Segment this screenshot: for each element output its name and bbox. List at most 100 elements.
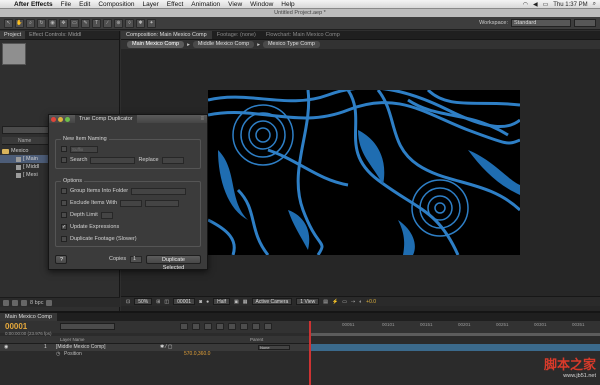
breadcrumb-main-comp[interactable]: Main Mexico Comp xyxy=(127,41,185,48)
suffix-checkbox[interactable] xyxy=(61,146,67,152)
search-checkbox[interactable] xyxy=(61,157,67,163)
parent-select[interactable]: None xyxy=(258,345,290,350)
zoom-select[interactable]: 50% xyxy=(134,298,153,305)
wifi-icon[interactable]: ◠ xyxy=(523,1,528,8)
visibility-eye-icon[interactable]: ◉ xyxy=(4,344,8,351)
pen-tool-icon[interactable]: ✎ xyxy=(81,18,90,28)
transparency-grid-icon[interactable]: ▦ xyxy=(243,299,248,305)
camera-tool-icon[interactable]: ◉ xyxy=(48,18,57,28)
layer-duration-bar[interactable] xyxy=(311,344,600,351)
suffix-input[interactable] xyxy=(70,145,98,153)
timeline-current-time[interactable]: 00001 xyxy=(5,322,27,331)
time-ruler[interactable]: 00051 00101 00151 00201 00251 00301 0035… xyxy=(310,322,600,332)
shy-layers-icon[interactable] xyxy=(204,323,212,330)
auto-keyframe-icon[interactable] xyxy=(252,323,260,330)
depth-limit-input[interactable] xyxy=(100,211,113,219)
table-row[interactable]: ◉ 1 [Middle Mexico Comp] ✱ ⁄ ▢ None xyxy=(0,344,310,351)
current-time-indicator[interactable] xyxy=(309,321,311,385)
always-preview-icon[interactable]: ⊡ xyxy=(126,299,130,305)
current-time-field[interactable]: 00001 xyxy=(173,298,196,305)
resolution-select[interactable]: Half xyxy=(213,298,231,305)
eraser-tool-icon[interactable]: ◊ xyxy=(125,18,134,28)
menu-view[interactable]: View xyxy=(228,1,242,8)
help-button[interactable]: ? xyxy=(55,254,67,264)
brainstorm-icon[interactable] xyxy=(240,323,248,330)
text-tool-icon[interactable]: T xyxy=(92,18,101,28)
exclude-items-input[interactable] xyxy=(120,199,143,207)
snapshot-icon[interactable]: ◙ xyxy=(199,299,202,305)
layer-name-header[interactable]: Layer Name xyxy=(60,336,85,344)
panel-menu-icon[interactable]: ≡ xyxy=(200,115,204,123)
exposure-value[interactable]: +0.0 xyxy=(366,299,376,305)
menu-animation[interactable]: Animation xyxy=(191,1,220,8)
duplicate-selected-button[interactable]: Duplicate Selected xyxy=(145,254,201,271)
menu-edit[interactable]: Edit xyxy=(79,1,90,8)
menu-effect[interactable]: Effect xyxy=(167,1,184,8)
exclude-items-select[interactable] xyxy=(145,199,180,207)
interpret-footage-icon[interactable] xyxy=(3,299,9,306)
frame-blending-icon[interactable] xyxy=(216,323,224,330)
rotate-tool-icon[interactable]: ↻ xyxy=(37,18,46,28)
layer-switches-icon[interactable]: ✱ ⁄ ▢ xyxy=(160,344,173,351)
layer-name[interactable]: [Middle Mexico Comp] xyxy=(56,344,105,351)
comp-mini-flowchart-icon[interactable] xyxy=(180,323,188,330)
battery-icon[interactable]: ▭ xyxy=(543,1,549,8)
timeline-search-input[interactable] xyxy=(60,323,115,330)
mask-visibility-icon[interactable]: ◫ xyxy=(164,299,169,305)
region-of-interest-icon[interactable]: ▣ xyxy=(234,299,239,305)
pan-behind-tool-icon[interactable]: ✥ xyxy=(59,18,68,28)
flowchart-icon[interactable]: ⇢ xyxy=(351,299,355,305)
update-expressions-checkbox[interactable]: ✓ xyxy=(61,224,67,230)
zoom-window-icon[interactable] xyxy=(65,116,70,122)
menu-layer[interactable]: Layer xyxy=(142,1,158,8)
tab-flowchart[interactable]: Flowchart: Main Mexico Comp xyxy=(261,31,345,39)
close-window-icon[interactable] xyxy=(51,116,56,122)
help-search-input[interactable] xyxy=(574,19,596,27)
bit-depth-button[interactable]: 8 bpc xyxy=(30,300,43,306)
work-area-bar[interactable] xyxy=(311,333,600,336)
menu-composition[interactable]: Composition xyxy=(98,1,134,8)
panel-title[interactable]: True Comp Duplicator xyxy=(75,115,137,123)
view-layout-select[interactable]: 1 View xyxy=(296,298,320,305)
selection-tool-icon[interactable]: ↖ xyxy=(4,18,13,28)
app-menu[interactable]: After Effects xyxy=(14,1,53,8)
draft-3d-icon[interactable] xyxy=(192,323,200,330)
fast-previews-icon[interactable]: ⚡ xyxy=(332,299,338,305)
menu-window[interactable]: Window xyxy=(250,1,273,8)
show-channel-icon[interactable]: ● xyxy=(206,299,209,305)
graph-editor-icon[interactable] xyxy=(264,323,272,330)
exclude-items-checkbox[interactable] xyxy=(61,200,67,206)
brush-tool-icon[interactable]: ∕ xyxy=(103,18,112,28)
tab-project[interactable]: Project xyxy=(0,31,26,39)
pixel-aspect-icon[interactable]: ▤ xyxy=(323,299,328,305)
tab-footage[interactable]: Footage: (none) xyxy=(212,31,261,39)
menu-file[interactable]: File xyxy=(61,1,71,8)
group-into-folder-checkbox[interactable] xyxy=(61,188,67,194)
breadcrumb-type-comp[interactable]: Mexico Type Comp xyxy=(262,41,320,48)
breadcrumb-middle-comp[interactable]: Middle Mexico Comp xyxy=(192,41,255,48)
copies-input[interactable]: 1 xyxy=(130,255,142,263)
timeline-icon[interactable]: ▭ xyxy=(342,299,347,305)
minimize-window-icon[interactable] xyxy=(58,116,63,122)
spotlight-icon[interactable]: ⌕ xyxy=(593,1,596,8)
folder-name-input[interactable] xyxy=(131,187,187,195)
trash-icon[interactable] xyxy=(46,299,53,306)
camera-select[interactable]: Active Camera xyxy=(251,298,293,305)
puppet-tool-icon[interactable]: ✦ xyxy=(147,18,156,28)
new-folder-icon[interactable] xyxy=(12,299,18,306)
tab-effect-controls[interactable]: Effect Controls: Middl xyxy=(25,31,85,39)
mask-tool-icon[interactable]: ▭ xyxy=(70,18,79,28)
hand-tool-icon[interactable]: ✋ xyxy=(15,18,24,28)
roto-brush-tool-icon[interactable]: ✱ xyxy=(136,18,145,28)
depth-limit-checkbox[interactable] xyxy=(61,212,67,218)
safe-zones-icon[interactable]: ⊞ xyxy=(156,299,160,305)
duplicate-footage-checkbox[interactable] xyxy=(61,236,67,242)
tab-composition[interactable]: Composition: Main Mexico Comp xyxy=(121,31,212,39)
tab-main-comp-timeline[interactable]: Main Mexico Comp xyxy=(0,313,58,321)
search-input[interactable] xyxy=(90,156,136,164)
exposure-icon[interactable]: ◐ xyxy=(359,299,362,305)
position-value[interactable]: 570.0,360.0 xyxy=(184,351,210,358)
property-row[interactable]: ◷ Position 570.0,360.0 xyxy=(0,351,310,358)
new-comp-icon[interactable] xyxy=(21,299,27,306)
workspace-select[interactable]: Standard xyxy=(511,19,571,27)
